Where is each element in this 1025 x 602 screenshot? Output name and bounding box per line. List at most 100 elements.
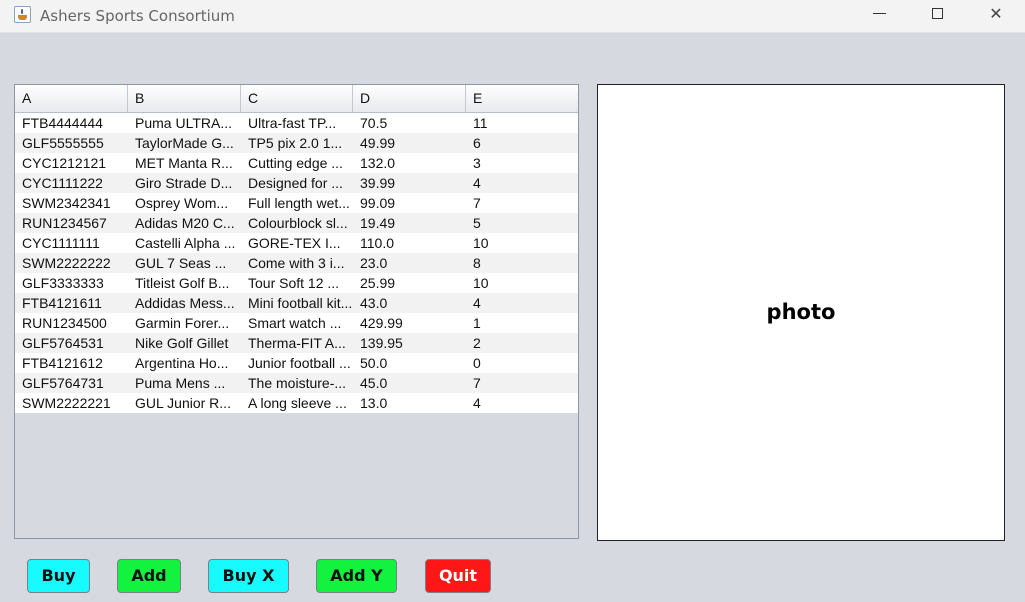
table-cell[interactable]: Come with 3 i... xyxy=(241,253,353,273)
table-cell[interactable]: Puma ULTRA... xyxy=(128,113,241,133)
table-row[interactable]: SWM2342341 Osprey Wom... Full length wet..… xyxy=(15,193,578,213)
table-cell[interactable]: Giro Strade D... xyxy=(128,173,241,193)
minimize-button[interactable] xyxy=(851,0,909,30)
table-cell[interactable]: SWM2222221 xyxy=(15,393,128,413)
table-cell[interactable]: SWM2222222 xyxy=(15,253,128,273)
table-cell[interactable]: Argentina Ho... xyxy=(128,353,241,373)
column-header-c[interactable]: C xyxy=(241,85,353,112)
table-cell[interactable]: MET Manta R... xyxy=(128,153,241,173)
table-cell[interactable]: RUN1234567 xyxy=(15,213,128,233)
table-cell[interactable]: 0 xyxy=(466,353,578,373)
table-row[interactable]: SWM2222222 GUL 7 Seas ... Come with 3 i...… xyxy=(15,253,578,273)
table-cell[interactable]: GUL Junior R... xyxy=(128,393,241,413)
table-cell[interactable]: 49.99 xyxy=(353,133,466,153)
table-cell[interactable]: 5 xyxy=(466,213,578,233)
table-row[interactable]: FTB4444444 Puma ULTRA... Ultra-fast TP... 7… xyxy=(15,113,578,133)
table-cell[interactable]: 139.95 xyxy=(353,333,466,353)
table-cell[interactable]: A long sleeve ... xyxy=(241,393,353,413)
table-cell[interactable]: Castelli Alpha ... xyxy=(128,233,241,253)
table-cell[interactable]: Ultra-fast TP... xyxy=(241,113,353,133)
table-cell[interactable]: Adidas M20 C... xyxy=(128,213,241,233)
table-row[interactable]: FTB4121611 Addidas Mess... Mini football k… xyxy=(15,293,578,313)
table-cell[interactable]: 4 xyxy=(466,293,578,313)
quit-button[interactable]: Quit xyxy=(425,559,491,593)
table-cell[interactable]: 11 xyxy=(466,113,578,133)
table-cell[interactable]: 2 xyxy=(466,333,578,353)
table-cell[interactable]: RUN1234500 xyxy=(15,313,128,333)
table-cell[interactable]: FTB4121612 xyxy=(15,353,128,373)
table-row[interactable]: RUN1234500 Garmin Forer... Smart watch ...… xyxy=(15,313,578,333)
buy-x-button[interactable]: Buy X xyxy=(208,559,289,593)
table-cell[interactable]: The moisture-... xyxy=(241,373,353,393)
table-cell[interactable]: 43.0 xyxy=(353,293,466,313)
table-cell[interactable]: Nike Golf Gillet xyxy=(128,333,241,353)
table-row[interactable]: FTB4121612 Argentina Ho... Junior football… xyxy=(15,353,578,373)
add-button[interactable]: Add xyxy=(117,559,181,593)
table-cell[interactable]: TaylorMade G... xyxy=(128,133,241,153)
table-row[interactable]: GLF3333333 Titleist Golf B... Tour Soft 12… xyxy=(15,273,578,293)
table-cell[interactable]: TP5 pix 2.0 1... xyxy=(241,133,353,153)
table-cell[interactable]: 39.99 xyxy=(353,173,466,193)
table-cell[interactable]: 25.99 xyxy=(353,273,466,293)
table-cell[interactable]: 99.09 xyxy=(353,193,466,213)
table-cell[interactable]: CYC1111222 xyxy=(15,173,128,193)
table-cell[interactable]: FTB4444444 xyxy=(15,113,128,133)
table-cell[interactable]: Puma Mens ... xyxy=(128,373,241,393)
table-cell[interactable]: CYC1212121 xyxy=(15,153,128,173)
table-cell[interactable]: 132.0 xyxy=(353,153,466,173)
table-cell[interactable]: 429.99 xyxy=(353,313,466,333)
table-cell[interactable]: 6 xyxy=(466,133,578,153)
buy-button[interactable]: Buy xyxy=(27,559,90,593)
table-cell[interactable]: 10 xyxy=(466,233,578,253)
table-cell[interactable]: Cutting edge ... xyxy=(241,153,353,173)
table-row[interactable]: SWM2222221 GUL Junior R... A long sleeve .… xyxy=(15,393,578,413)
table-cell[interactable]: Garmin Forer... xyxy=(128,313,241,333)
column-header-d[interactable]: D xyxy=(353,85,466,112)
table-row[interactable]: CYC1111222 Giro Strade D... Designed for .… xyxy=(15,173,578,193)
table-cell[interactable]: 4 xyxy=(466,393,578,413)
table-cell[interactable]: GLF5764731 xyxy=(15,373,128,393)
table-cell[interactable]: 23.0 xyxy=(353,253,466,273)
table-cell[interactable]: Junior football ... xyxy=(241,353,353,373)
add-y-button[interactable]: Add Y xyxy=(316,559,397,593)
table-cell[interactable]: Mini football kit... xyxy=(241,293,353,313)
table-cell[interactable]: Designed for ... xyxy=(241,173,353,193)
table-cell[interactable]: Addidas Mess... xyxy=(128,293,241,313)
maximize-button[interactable] xyxy=(909,0,967,30)
table-cell[interactable]: 19.49 xyxy=(353,213,466,233)
table-cell[interactable]: 7 xyxy=(466,373,578,393)
table-cell[interactable]: CYC1111111 xyxy=(15,233,128,253)
table-cell[interactable]: 8 xyxy=(466,253,578,273)
table-row[interactable]: GLF5764731 Puma Mens ... The moisture-... 4… xyxy=(15,373,578,393)
table-cell[interactable]: SWM2342341 xyxy=(15,193,128,213)
table-cell[interactable]: 110.0 xyxy=(353,233,466,253)
table-cell[interactable]: 1 xyxy=(466,313,578,333)
product-table[interactable]: A B C D E FTB4444444 Puma ULTRA... Ultra-f… xyxy=(14,84,579,539)
table-cell[interactable]: Colourblock sl... xyxy=(241,213,353,233)
table-cell[interactable]: 45.0 xyxy=(353,373,466,393)
table-cell[interactable]: 13.0 xyxy=(353,393,466,413)
table-cell[interactable]: GLF5555555 xyxy=(15,133,128,153)
table-cell[interactable]: 3 xyxy=(466,153,578,173)
table-cell[interactable]: Smart watch ... xyxy=(241,313,353,333)
table-cell[interactable]: GLF5764531 xyxy=(15,333,128,353)
table-cell[interactable]: Tour Soft 12 ... xyxy=(241,273,353,293)
table-cell[interactable]: GLF3333333 xyxy=(15,273,128,293)
table-row[interactable]: CYC1111111 Castelli Alpha ... GORE-TEX I..… xyxy=(15,233,578,253)
table-cell[interactable]: GUL 7 Seas ... xyxy=(128,253,241,273)
table-cell[interactable]: GORE-TEX I... xyxy=(241,233,353,253)
table-cell[interactable]: Full length wet... xyxy=(241,193,353,213)
table-cell[interactable]: 7 xyxy=(466,193,578,213)
table-cell[interactable]: FTB4121611 xyxy=(15,293,128,313)
table-row[interactable]: GLF5555555 TaylorMade G... TP5 pix 2.0 1..… xyxy=(15,133,578,153)
table-cell[interactable]: Osprey Wom... xyxy=(128,193,241,213)
table-cell[interactable]: 10 xyxy=(466,273,578,293)
column-header-a[interactable]: A xyxy=(15,85,128,112)
column-header-e[interactable]: E xyxy=(466,85,578,112)
table-cell[interactable]: 4 xyxy=(466,173,578,193)
table-cell[interactable]: 50.0 xyxy=(353,353,466,373)
column-header-b[interactable]: B xyxy=(128,85,241,112)
table-cell[interactable]: Titleist Golf B... xyxy=(128,273,241,293)
table-row[interactable]: CYC1212121 MET Manta R... Cutting edge ...… xyxy=(15,153,578,173)
table-cell[interactable]: 70.5 xyxy=(353,113,466,133)
